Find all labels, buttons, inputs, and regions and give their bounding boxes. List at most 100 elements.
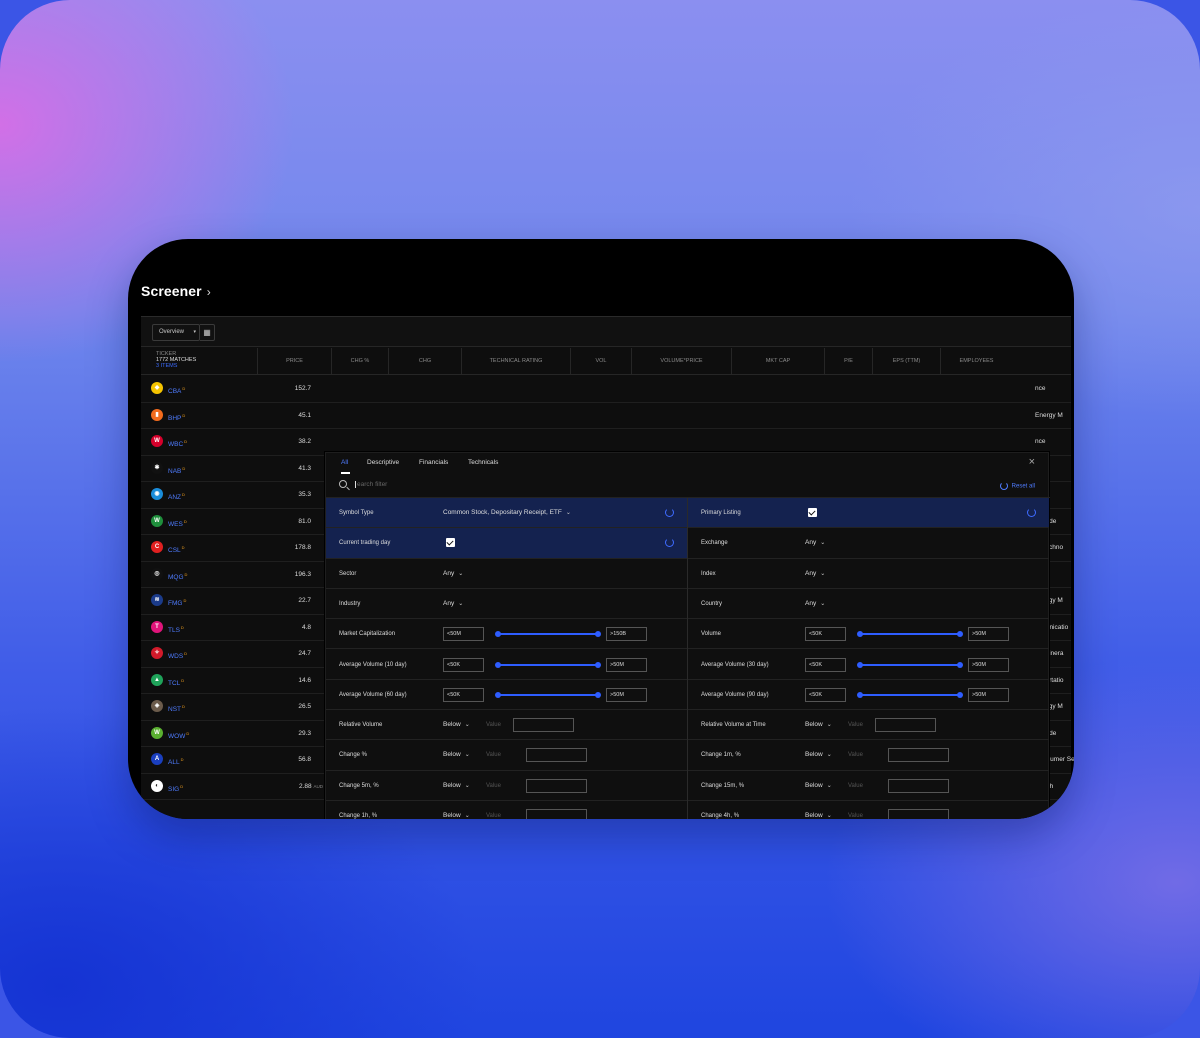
value-input[interactable]	[875, 718, 936, 733]
ticker-symbol[interactable]: MQGD	[168, 562, 187, 591]
slider-handle[interactable]	[957, 661, 963, 668]
column-header[interactable]: PRICE	[257, 348, 331, 375]
operator-dropdown[interactable]: Below ⌄	[805, 740, 832, 770]
tab-technicals[interactable]: Technicals	[468, 459, 498, 466]
value-input[interactable]	[526, 778, 587, 793]
ticker-symbol[interactable]: WBCD	[168, 429, 187, 458]
value-input[interactable]	[526, 809, 587, 819]
slider-handle[interactable]	[957, 631, 963, 638]
column-header[interactable]: CHG %	[331, 348, 388, 375]
ticker-symbol[interactable]: ANZD	[168, 482, 185, 511]
ticker-symbol[interactable]: TCLD	[168, 668, 184, 697]
ticker-symbol[interactable]: NSTD	[168, 694, 185, 723]
range-max-input[interactable]: >150B	[606, 627, 647, 642]
range-slider[interactable]	[857, 631, 963, 638]
operator-dropdown[interactable]: Below ⌄	[443, 771, 470, 801]
ticker-header[interactable]: TICKER 1772 MATCHES 3 ITEMS	[156, 351, 196, 369]
ticker-symbol[interactable]: ALLD	[168, 747, 183, 776]
column-header[interactable]: VOLUME*PRICE	[631, 348, 731, 375]
range-min-input[interactable]: <50K	[443, 657, 484, 672]
reset-all-button[interactable]: Reset all	[999, 482, 1035, 490]
range-min-input[interactable]: <50K	[443, 687, 484, 702]
view-select[interactable]: Overview ▾	[152, 324, 200, 341]
operator-dropdown[interactable]: Below ⌄	[443, 801, 470, 819]
operator-dropdown[interactable]: Below ⌄	[443, 740, 470, 770]
filter-dropdown[interactable]: Any ⌄	[805, 589, 825, 619]
slider-handle[interactable]	[595, 691, 601, 698]
filter-dropdown[interactable]: Common Stock, Depositary Receipt, ETF ⌄	[443, 498, 571, 528]
value-input[interactable]	[513, 718, 574, 733]
range-min-input[interactable]: <50M	[443, 627, 484, 642]
value-placeholder: Value	[848, 722, 863, 729]
slider-handle[interactable]	[495, 631, 501, 638]
filter-dropdown[interactable]: Any ⌄	[443, 589, 463, 619]
search-input[interactable]: earch filter	[355, 481, 387, 488]
range-min-input[interactable]: <50K	[805, 657, 846, 672]
column-header[interactable]: EPS (TTM)	[872, 348, 940, 375]
filter-checkbox[interactable]	[808, 508, 817, 517]
range-max-input[interactable]: >50M	[968, 657, 1009, 672]
range-slider[interactable]	[495, 631, 601, 638]
slider-handle[interactable]	[857, 631, 863, 638]
column-header[interactable]: VOL	[570, 348, 631, 375]
filter-label: Market Capitalization	[339, 631, 396, 638]
ticker-symbol[interactable]: WDSD	[168, 641, 187, 670]
table-header: TICKER 1772 MATCHES 3 ITEMS PRICE CHG % CH…	[141, 348, 1071, 375]
ticker-symbol[interactable]: WESD	[168, 509, 187, 538]
range-max-input[interactable]: >50M	[606, 657, 647, 672]
operator-dropdown[interactable]: Below ⌄	[805, 710, 832, 740]
ticker-symbol[interactable]: TLSD	[168, 615, 184, 644]
ticker-symbol[interactable]: NABD	[168, 456, 185, 485]
slider-handle[interactable]	[595, 661, 601, 668]
range-slider[interactable]	[495, 661, 601, 668]
ticker-symbol[interactable]: BHPD	[168, 403, 185, 432]
filter-dropdown[interactable]: Any ⌄	[805, 559, 825, 589]
column-header[interactable]: CHG	[388, 348, 461, 375]
slider-handle[interactable]	[495, 691, 501, 698]
slider-handle[interactable]	[595, 631, 601, 638]
range-slider[interactable]	[857, 661, 963, 668]
table-row[interactable]: ▮ BHPD 45.1 Energy M	[141, 403, 1071, 432]
range-slider[interactable]	[857, 691, 963, 698]
ticker-symbol[interactable]: CSLD	[168, 535, 185, 564]
tab-all[interactable]: All	[341, 459, 351, 474]
range-min-input[interactable]: <50K	[805, 627, 846, 642]
table-row[interactable]: ◆ CBAD 152.7 nce	[141, 376, 1071, 403]
filter-dropdown[interactable]: Any ⌄	[443, 559, 463, 589]
slider-handle[interactable]	[495, 661, 501, 668]
operator-dropdown[interactable]: Below ⌄	[805, 771, 832, 801]
value-input[interactable]	[888, 748, 949, 763]
value-input[interactable]	[888, 778, 949, 793]
range-max-input[interactable]: >50M	[606, 687, 647, 702]
grid-icon[interactable]: ▦	[200, 324, 215, 341]
range-max-input[interactable]: >50M	[968, 627, 1009, 642]
filter-checkbox[interactable]	[446, 538, 455, 548]
ticker-symbol[interactable]: FMGD	[168, 588, 186, 617]
range-min-input[interactable]: <50K	[805, 687, 846, 702]
ticker-symbol[interactable]: WOWD	[168, 721, 189, 750]
column-header[interactable]: EMPLOYEES	[940, 348, 1012, 375]
page-title[interactable]: Screener ›	[141, 283, 211, 299]
operator-dropdown[interactable]: Below ⌄	[805, 801, 832, 819]
company-logo-icon: ▲	[151, 673, 163, 686]
reset-all-label: Reset all	[1011, 483, 1035, 490]
column-header[interactable]: P/E	[824, 348, 872, 375]
close-icon[interactable]: ×	[1029, 456, 1035, 468]
filter-dropdown[interactable]: Any ⌄	[805, 528, 825, 558]
tab-financials[interactable]: Financials	[419, 459, 448, 466]
range-slider[interactable]	[495, 691, 601, 698]
ticker-symbol[interactable]: SIGD	[168, 774, 183, 803]
column-header[interactable]: TECHNICAL RATING	[461, 348, 570, 375]
column-header[interactable]: MKT CAP	[731, 348, 824, 375]
chevron-down-icon: ⌄	[464, 813, 470, 819]
chevron-down-icon: ⌄	[826, 782, 832, 789]
operator-dropdown[interactable]: Below ⌄	[443, 710, 470, 740]
slider-handle[interactable]	[857, 661, 863, 668]
tab-descriptive[interactable]: Descriptive	[367, 459, 399, 466]
ticker-symbol[interactable]: CBAD	[168, 376, 185, 405]
value-input[interactable]	[888, 809, 949, 819]
slider-handle[interactable]	[957, 691, 963, 698]
value-input[interactable]	[526, 748, 587, 763]
slider-handle[interactable]	[857, 691, 863, 698]
range-max-input[interactable]: >50M	[968, 687, 1009, 702]
